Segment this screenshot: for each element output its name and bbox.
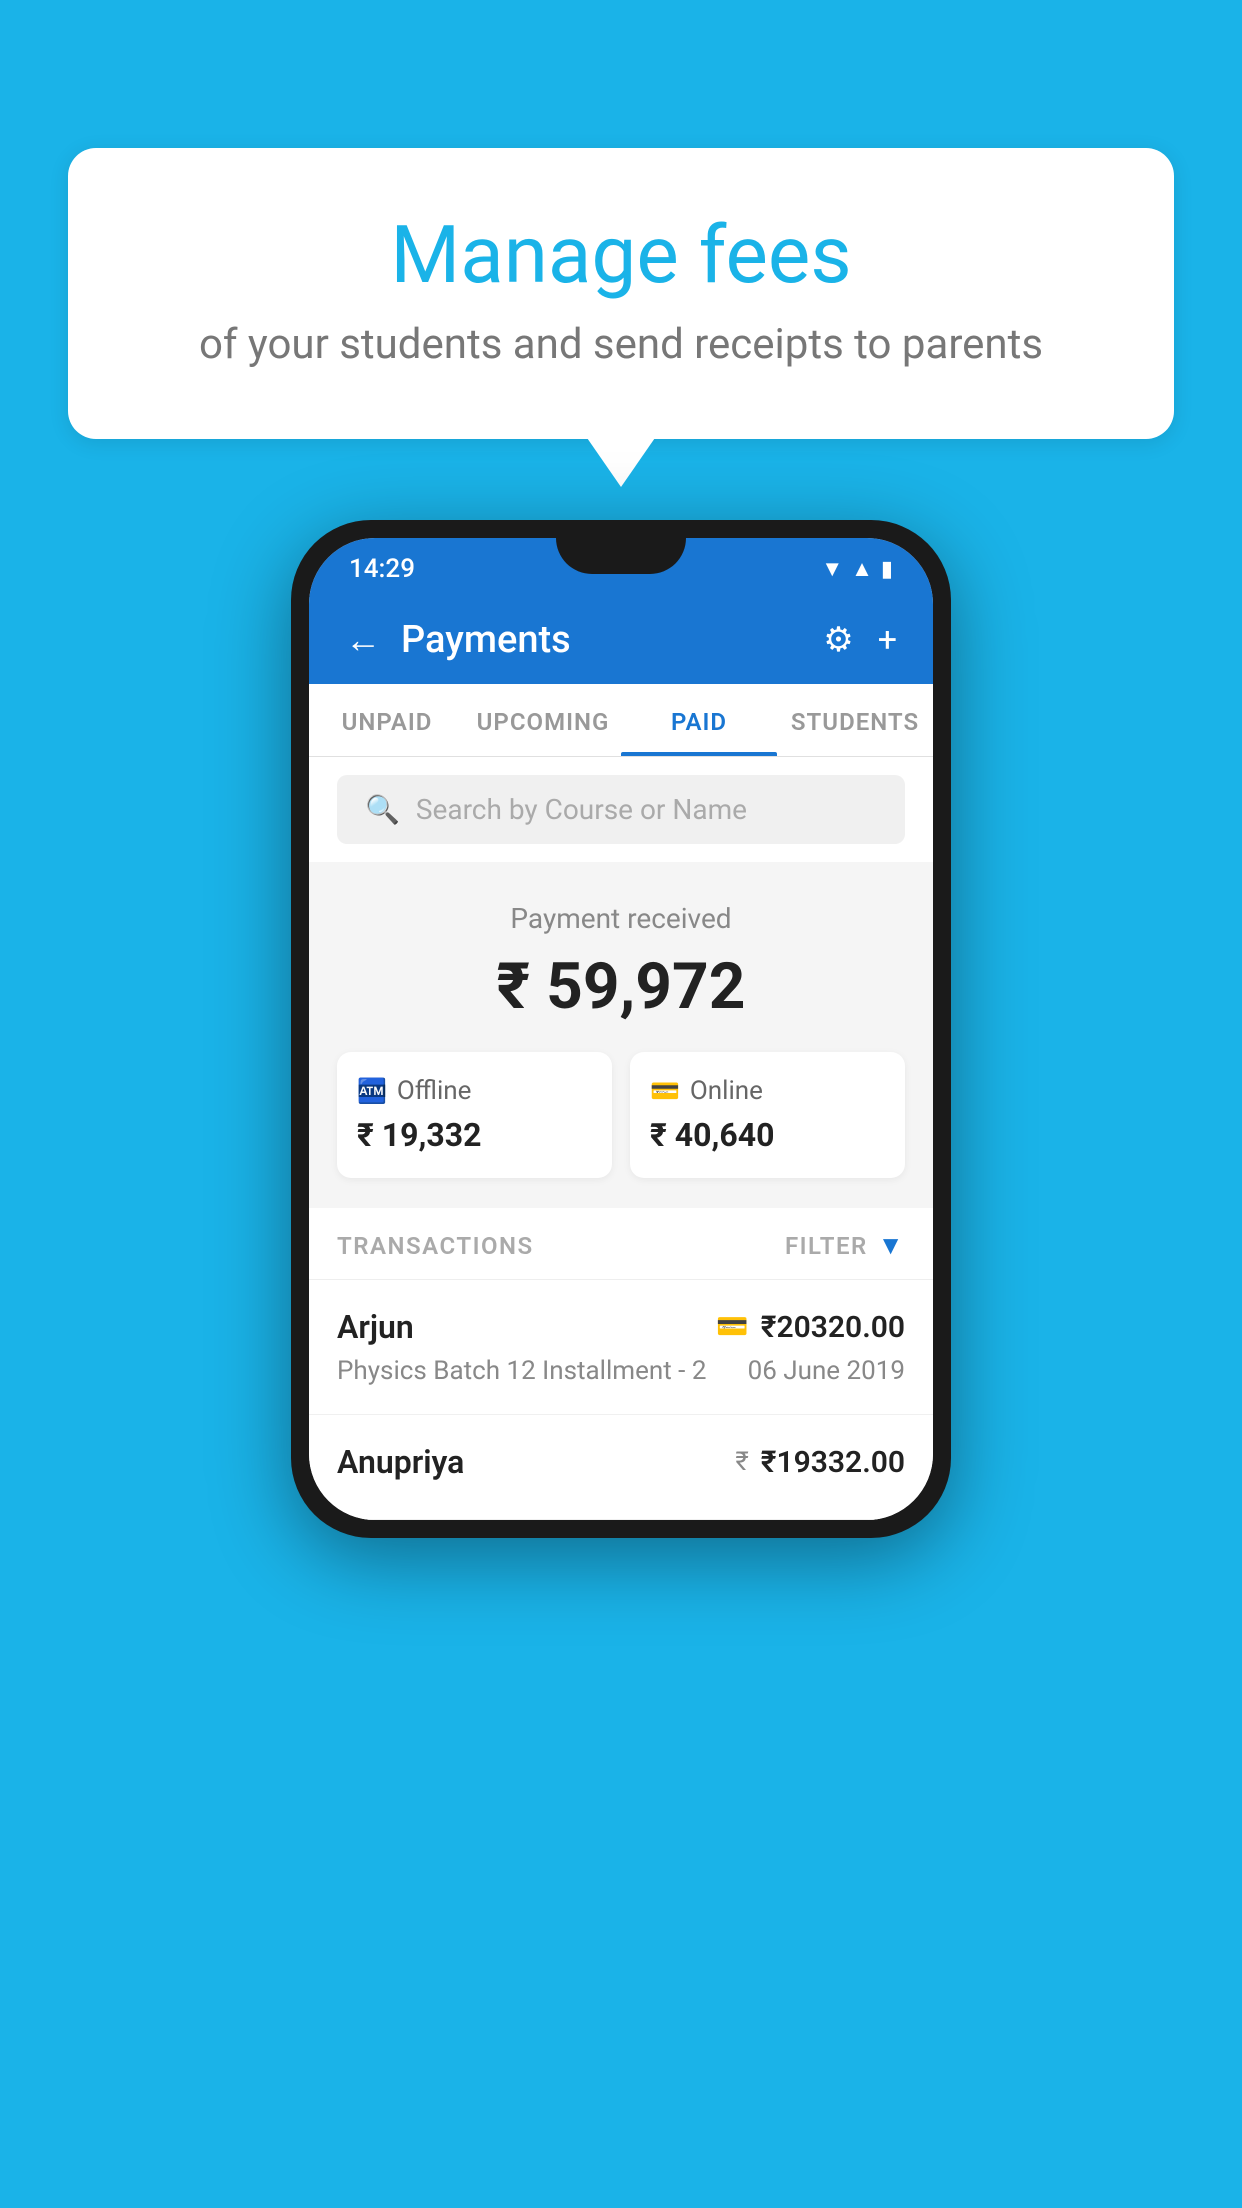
tab-unpaid[interactable]: UNPAID bbox=[309, 684, 465, 756]
transactions-header: TRANSACTIONS FILTER ▼ bbox=[309, 1208, 933, 1280]
transaction-rupee-icon-2: ₹ bbox=[735, 1447, 748, 1477]
tabs-bar: UNPAID UPCOMING PAID STUDENTS bbox=[309, 684, 933, 757]
offline-label: Offline bbox=[397, 1076, 472, 1106]
search-container: 🔍 Search by Course or Name bbox=[309, 757, 933, 862]
transaction-name-2: Anupriya bbox=[337, 1443, 464, 1481]
status-time: 14:29 bbox=[349, 554, 415, 584]
settings-button[interactable]: ⚙ bbox=[823, 620, 853, 660]
status-icons: ▼ ▲ ▮ bbox=[821, 556, 893, 582]
transaction-amount-wrapper-2: ₹ ₹19332.00 bbox=[735, 1445, 905, 1480]
search-input[interactable]: Search by Course or Name bbox=[416, 793, 747, 826]
filter-icon: ▼ bbox=[878, 1230, 905, 1261]
online-card-header: 💳 Online bbox=[650, 1076, 885, 1106]
offline-icon: 🏧 bbox=[357, 1077, 387, 1105]
transaction-course-1: Physics Batch 12 Installment - 2 bbox=[337, 1356, 706, 1386]
tab-upcoming[interactable]: UPCOMING bbox=[465, 684, 621, 756]
phone-notch bbox=[556, 538, 686, 574]
transaction-amount-1: ₹20320.00 bbox=[761, 1310, 905, 1345]
transaction-amount-wrapper-1: 💳 ₹20320.00 bbox=[716, 1310, 905, 1345]
phone-screen: 14:29 ▼ ▲ ▮ ← Payments ⚙ + UNPAID bbox=[309, 538, 933, 1520]
bubble-subtitle: of your students and send receipts to pa… bbox=[148, 320, 1094, 369]
transaction-row[interactable]: Arjun 💳 ₹20320.00 Physics Batch 12 Insta… bbox=[309, 1280, 933, 1415]
payment-total: ₹ 59,972 bbox=[337, 949, 905, 1024]
transaction-bottom-1: Physics Batch 12 Installment - 2 06 June… bbox=[337, 1356, 905, 1386]
wifi-icon: ▼ bbox=[821, 556, 843, 582]
app-bar: ← Payments ⚙ + bbox=[309, 596, 933, 684]
signal-icon: ▲ bbox=[851, 556, 873, 582]
speech-bubble: Manage fees of your students and send re… bbox=[68, 148, 1174, 439]
transaction-name-1: Arjun bbox=[337, 1308, 414, 1346]
phone-mockup: 14:29 ▼ ▲ ▮ ← Payments ⚙ + UNPAID bbox=[291, 520, 951, 1538]
transaction-row-2[interactable]: Anupriya ₹ ₹19332.00 bbox=[309, 1415, 933, 1520]
transactions-label: TRANSACTIONS bbox=[337, 1232, 534, 1260]
offline-amount: ₹ 19,332 bbox=[357, 1116, 592, 1154]
payment-received-label: Payment received bbox=[337, 902, 905, 935]
filter-label: FILTER bbox=[785, 1232, 868, 1260]
search-box[interactable]: 🔍 Search by Course or Name bbox=[337, 775, 905, 844]
filter-button[interactable]: FILTER ▼ bbox=[785, 1230, 905, 1261]
online-label: Online bbox=[690, 1076, 763, 1106]
app-bar-title: Payments bbox=[401, 618, 571, 662]
online-card: 💳 Online ₹ 40,640 bbox=[630, 1052, 905, 1178]
online-amount: ₹ 40,640 bbox=[650, 1116, 885, 1154]
payment-cards: 🏧 Offline ₹ 19,332 💳 Online ₹ 40,640 bbox=[337, 1052, 905, 1178]
bubble-title: Manage fees bbox=[148, 208, 1094, 302]
transaction-amount-2: ₹19332.00 bbox=[761, 1445, 905, 1480]
tab-paid[interactable]: PAID bbox=[621, 684, 777, 756]
battery-icon: ▮ bbox=[881, 557, 893, 582]
transaction-top-2: Anupriya ₹ ₹19332.00 bbox=[337, 1443, 905, 1481]
app-bar-actions: ⚙ + bbox=[823, 620, 897, 660]
transaction-card-icon-1: 💳 bbox=[716, 1312, 748, 1342]
add-button[interactable]: + bbox=[878, 620, 897, 660]
tab-students[interactable]: STUDENTS bbox=[777, 684, 933, 756]
back-button[interactable]: ← bbox=[345, 619, 381, 661]
payment-summary: Payment received ₹ 59,972 🏧 Offline ₹ 19… bbox=[309, 862, 933, 1208]
online-icon: 💳 bbox=[650, 1077, 680, 1105]
search-icon: 🔍 bbox=[365, 793, 400, 826]
offline-card: 🏧 Offline ₹ 19,332 bbox=[337, 1052, 612, 1178]
offline-card-header: 🏧 Offline bbox=[357, 1076, 592, 1106]
transaction-date-1: 06 June 2019 bbox=[748, 1356, 905, 1386]
transaction-top-1: Arjun 💳 ₹20320.00 bbox=[337, 1308, 905, 1346]
app-bar-left: ← Payments bbox=[345, 618, 571, 662]
speech-bubble-container: Manage fees of your students and send re… bbox=[68, 148, 1174, 439]
